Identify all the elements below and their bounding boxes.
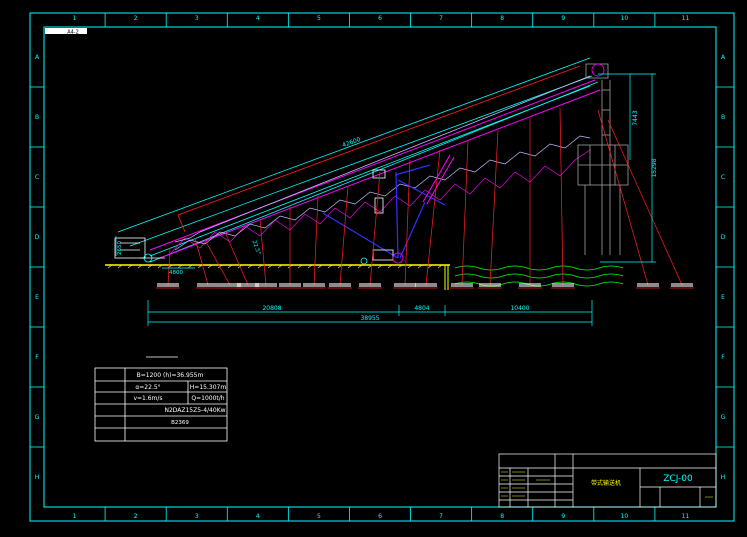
column-label: 5 (317, 15, 321, 22)
tail-height-label: 2650 (117, 241, 123, 255)
corner-tag-box (45, 28, 87, 34)
column-label: 10 (621, 15, 629, 22)
column-label: 1 (73, 15, 77, 22)
row-label: C (35, 174, 39, 181)
mid-span-label: 4804 (414, 305, 429, 312)
column-label: 11 (682, 15, 690, 22)
drawing-name: 带式输送机 (591, 479, 621, 487)
head-height-total-label: 15298 (651, 158, 658, 177)
callout-text-mark (394, 283, 416, 287)
row-label: E (35, 294, 39, 301)
row-label: F (35, 354, 39, 361)
row-label: G (35, 414, 40, 421)
corner-tag: A4-2 (67, 30, 79, 36)
column-label: 8 (500, 513, 504, 520)
right-span-label: 10400 (510, 305, 529, 312)
row-label: E (721, 294, 725, 301)
callout-text-mark (329, 283, 351, 287)
column-label: 8 (500, 15, 504, 22)
spec-row-3-a: v=1.6m/s (133, 395, 162, 402)
callout-text-mark (157, 283, 179, 287)
column-label: 6 (378, 15, 382, 22)
spec-row-1: B=1200 (h)=36.955m (137, 372, 204, 379)
callout-text-mark (197, 283, 219, 287)
row-label: C (721, 174, 725, 181)
column-label: 9 (561, 15, 565, 22)
callout-text-mark (479, 283, 501, 287)
column-label: 9 (561, 513, 565, 520)
column-label: 2 (134, 15, 138, 22)
row-label: H (721, 474, 726, 481)
callout-text-mark (552, 283, 574, 287)
column-label: 11 (682, 513, 690, 520)
row-label: F (721, 354, 725, 361)
column-label: 1 (73, 513, 77, 520)
cad-drawing: A4-2 11223344556677889910101111 A AB BC CD D… (0, 0, 747, 537)
callout-text-mark (519, 283, 541, 287)
column-label: 5 (317, 513, 321, 520)
column-label: 6 (378, 513, 382, 520)
callout-text-mark (637, 283, 659, 287)
column-label: 7 (439, 513, 443, 520)
spec-row-2-b: H=15.307m (190, 384, 227, 391)
row-label: B (721, 114, 725, 121)
column-label: 3 (195, 15, 199, 22)
column-label: 7 (439, 15, 443, 22)
callout-text-mark (303, 283, 325, 287)
column-label: 4 (256, 513, 260, 520)
spec-row-2-a: α=22.5° (135, 384, 160, 391)
row-label: H (35, 474, 40, 481)
total-span-label: 38955 (360, 315, 379, 322)
column-label: 3 (195, 513, 199, 520)
spec-row-4: N2DAZ15Z5-4/40Kw (164, 407, 225, 414)
callout-text-mark (279, 283, 301, 287)
head-height-upper-label: 7443 (632, 110, 639, 125)
row-label: D (721, 234, 726, 241)
spec-row-5: B2369 (171, 420, 189, 426)
callout-text-mark (255, 283, 277, 287)
row-label: G (721, 414, 726, 421)
drawing-number: ZCJ-00 (663, 474, 693, 484)
column-label: 10 (621, 513, 629, 520)
row-label: D (35, 234, 40, 241)
callout-text-mark (359, 283, 381, 287)
column-label: 4 (256, 15, 260, 22)
spec-row-3-b: Q=1000t/h (191, 395, 224, 402)
callout-text-mark (451, 283, 473, 287)
callout-text-mark (415, 283, 437, 287)
drawing-background (0, 0, 747, 537)
row-label: B (35, 114, 39, 121)
left-span-label: 20808 (262, 305, 281, 312)
column-label: 2 (134, 513, 138, 520)
tail-offset-label: 4800 (169, 270, 183, 276)
callout-text-mark (671, 283, 693, 287)
